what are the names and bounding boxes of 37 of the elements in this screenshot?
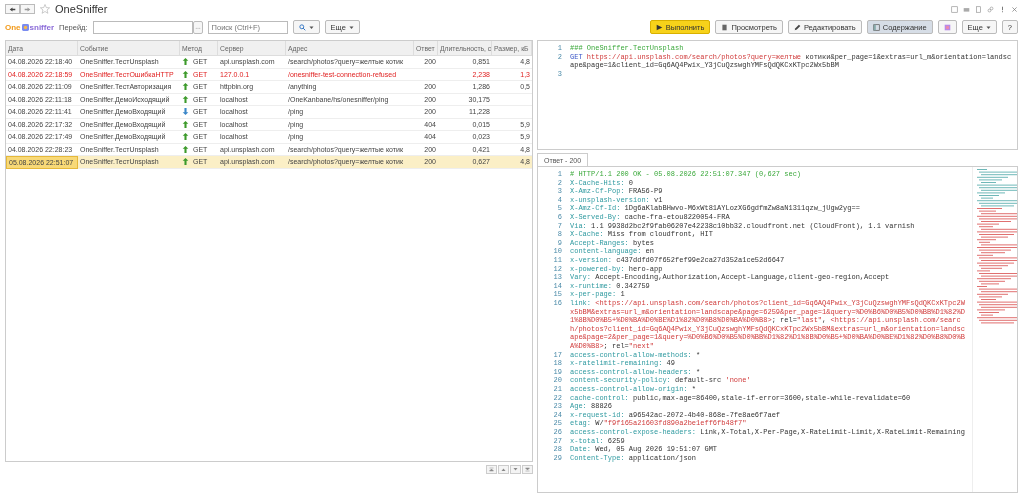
back-button[interactable]: [5, 4, 20, 14]
search-icon: [298, 23, 306, 31]
pencil-icon: [793, 23, 801, 31]
back-arrow-icon: [9, 5, 16, 13]
logo-text: sniffer: [29, 22, 54, 32]
request-editor[interactable]: [537, 40, 1018, 151]
logo-text: One: [5, 22, 21, 32]
window-icon: [872, 23, 880, 31]
scroll-down-icon: [513, 467, 518, 472]
save-icon[interactable]: [951, 5, 958, 13]
scroll-top-button[interactable]: [486, 465, 497, 474]
document-icon[interactable]: [975, 5, 982, 13]
scroll-bottom-button[interactable]: [522, 465, 533, 474]
logo-icon: [21, 23, 29, 31]
palette-icon: [943, 23, 951, 31]
print-icon[interactable]: [963, 5, 970, 13]
forward-arrow-icon: [24, 5, 31, 13]
scroll-down-button[interactable]: [510, 465, 521, 474]
caret-icon: [348, 24, 354, 30]
window-title: OneSniffer: [55, 3, 108, 15]
goto-field[interactable]: [92, 20, 193, 34]
caret-icon: [985, 24, 991, 30]
scroll-bottom-icon: [525, 467, 530, 472]
caret-icon: [308, 24, 314, 30]
scroll-up-icon: [501, 467, 506, 472]
more-icon[interactable]: [999, 5, 1006, 13]
response-editor[interactable]: [537, 166, 1018, 493]
close-icon[interactable]: [1011, 5, 1018, 13]
palette-button[interactable]: [937, 20, 957, 34]
select-button[interactable]: [192, 20, 203, 34]
search-button[interactable]: [292, 20, 320, 34]
link-icon[interactable]: [987, 5, 994, 13]
document-icon: [721, 23, 729, 31]
star-icon[interactable]: [40, 4, 50, 14]
play-icon: [655, 23, 663, 31]
scroll-up-button[interactable]: [498, 465, 509, 474]
scroll-top-icon: [489, 467, 494, 472]
